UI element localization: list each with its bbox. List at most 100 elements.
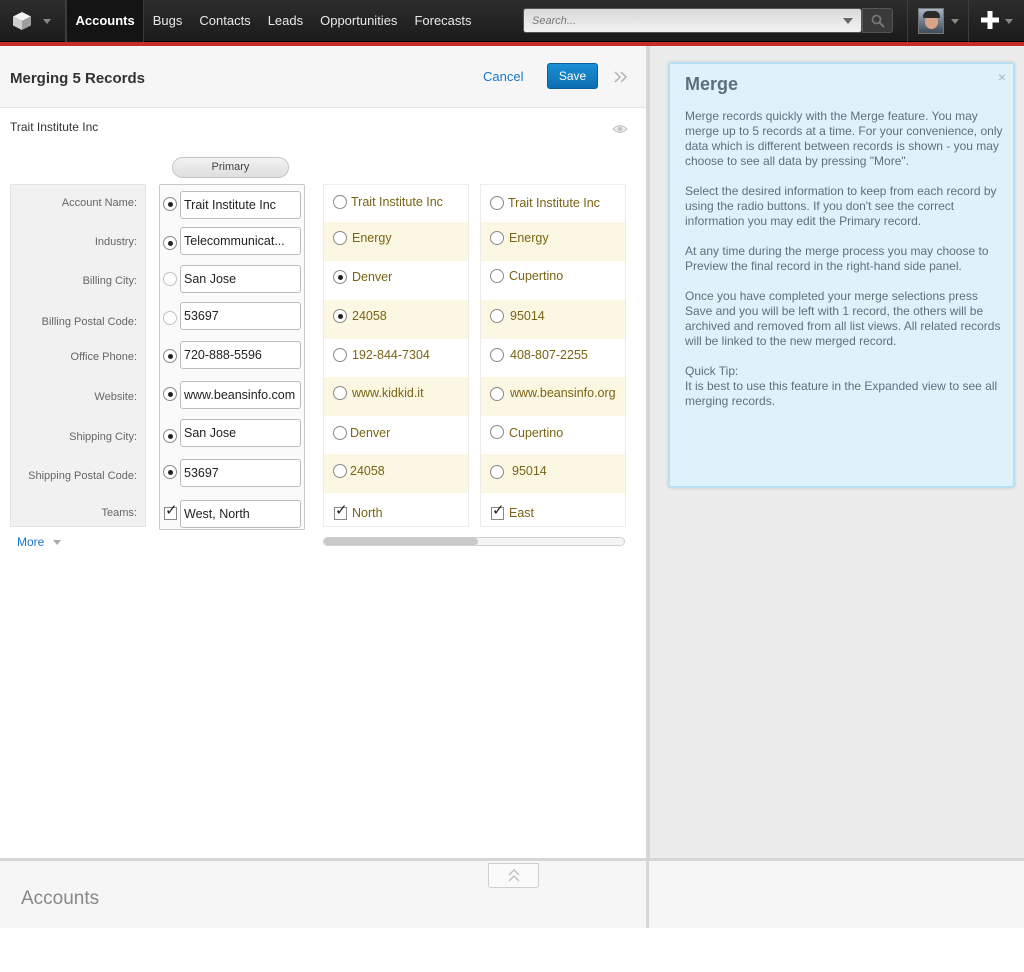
label-shipping-postal-code: Shipping Postal Code: — [28, 470, 137, 482]
merge-main-panel: Merging 5 Records Cancel Save Trait Inst… — [0, 46, 646, 860]
record-radio-shipping-postal-code[interactable] — [333, 464, 347, 478]
record-radio-billing-postal-code[interactable] — [333, 309, 347, 323]
record-value-billing-postal-code: 95014 — [510, 309, 545, 323]
chevrons-right-icon[interactable] — [614, 71, 628, 83]
shipping-postal-code-field[interactable]: 53697 — [180, 459, 301, 487]
help-paragraph: Select the desired information to keep f… — [685, 184, 997, 228]
search-module-caret-icon[interactable] — [843, 18, 853, 24]
merge-help-box: Merge × Merge records quickly with the M… — [668, 62, 1015, 488]
record-value-website: www.kidkid.it — [352, 386, 424, 400]
tab-forecasts[interactable]: Forecasts — [406, 0, 480, 42]
help-title: Merge — [685, 74, 739, 94]
scrollbar-thumb[interactable] — [324, 538, 478, 545]
records-horizontal-scrollbar[interactable] — [323, 537, 625, 546]
save-button[interactable]: Save — [547, 63, 598, 89]
tab-opportunities[interactable]: Opportunities — [312, 0, 406, 42]
primary-record-column: Trait Institute Inc Telecommunicat... Sa… — [159, 184, 305, 530]
record-value-industry: Energy — [509, 231, 549, 245]
record-value-account-name: Trait Institute Inc — [351, 195, 443, 209]
label-website: Website: — [94, 391, 137, 403]
website-field[interactable]: www.beansinfo.com — [180, 381, 301, 409]
global-search — [523, 8, 862, 33]
record-value-teams: North — [352, 506, 383, 520]
record-radio-industry[interactable] — [490, 231, 504, 245]
primary-checkbox-teams[interactable]: ✓ — [164, 503, 178, 520]
record-value-billing-postal-code: 24058 — [352, 309, 387, 323]
record-radio-shipping-postal-code[interactable] — [490, 465, 504, 479]
primary-radio-website[interactable] — [163, 387, 177, 401]
footer-module-title: Accounts — [21, 888, 100, 909]
record-radio-website[interactable] — [333, 386, 347, 400]
column-clip-mask — [626, 176, 646, 536]
merge-record-column: Trait Institute Inc Energy Cupertino 950… — [480, 184, 626, 527]
account-name-field[interactable]: Trait Institute Inc — [180, 191, 301, 219]
record-checkbox-teams[interactable]: ✓ — [491, 503, 505, 520]
primary-radio-billing-postal-code[interactable] — [163, 311, 177, 325]
record-value-account-name: Trait Institute Inc — [508, 196, 600, 210]
close-icon[interactable]: × — [998, 69, 1006, 85]
label-account-name: Account Name: — [61, 197, 137, 209]
chevron-down-icon[interactable] — [53, 540, 61, 545]
cube-logo-icon[interactable] — [12, 11, 32, 31]
tab-leads[interactable]: Leads — [259, 0, 311, 42]
module-tabs: Accounts Bugs Contacts Leads Opportuniti… — [66, 0, 480, 42]
record-radio-billing-city[interactable] — [490, 269, 504, 283]
record-value-office-phone: 192-844-7304 — [352, 348, 430, 362]
office-phone-field[interactable]: 720-888-5596 — [180, 341, 301, 369]
record-radio-website[interactable] — [490, 387, 504, 401]
teams-field[interactable]: West, North — [180, 500, 301, 528]
shipping-city-field[interactable]: San Jose — [180, 419, 301, 447]
search-input[interactable] — [524, 9, 824, 32]
record-radio-billing-city[interactable] — [333, 270, 347, 284]
record-value-shipping-postal-code: 95014 — [512, 464, 547, 478]
merge-header: Merging 5 Records Cancel Save — [0, 46, 646, 108]
logo-menu-caret-icon[interactable] — [43, 19, 51, 24]
record-value-teams: East — [509, 506, 535, 520]
tab-accounts[interactable]: Accounts — [66, 0, 145, 42]
merge-record-column: Trait Institute Inc Energy Denver 24058 … — [323, 184, 469, 527]
expand-footer-button[interactable] — [488, 863, 539, 888]
tab-bugs[interactable]: Bugs — [144, 0, 191, 42]
app: Accounts Bugs Contacts Leads Opportuniti… — [0, 0, 1024, 972]
primary-radio-account-name[interactable] — [163, 197, 177, 211]
record-radio-office-phone[interactable] — [333, 348, 347, 362]
record-radio-industry[interactable] — [333, 231, 347, 245]
plus-icon[interactable] — [980, 10, 1000, 30]
cancel-button[interactable]: Cancel — [483, 69, 523, 84]
tab-contacts[interactable]: Contacts — [191, 0, 259, 42]
checkmark-icon: ✓ — [335, 502, 348, 519]
label-billing-city: Billing City: — [82, 275, 137, 287]
record-value-shipping-city: Cupertino — [509, 426, 564, 440]
record-radio-account-name[interactable] — [333, 195, 347, 209]
record-value-billing-city: Cupertino — [509, 269, 564, 283]
record-value-billing-city: Denver — [352, 270, 393, 284]
record-radio-shipping-city[interactable] — [490, 425, 504, 439]
primary-radio-shipping-city[interactable] — [163, 429, 177, 443]
help-paragraph: Once you have completed your merge selec… — [685, 289, 1001, 348]
search-icon — [871, 14, 885, 28]
nav-divider — [907, 0, 908, 42]
billing-postal-code-field[interactable]: 53697 — [180, 302, 301, 330]
top-navbar: Accounts Bugs Contacts Leads Opportuniti… — [0, 0, 1024, 42]
primary-radio-office-phone[interactable] — [163, 349, 177, 363]
page-title: Merging 5 Records — [10, 70, 146, 87]
avatar[interactable] — [918, 8, 944, 34]
label-shipping-city: Shipping City: — [69, 431, 137, 443]
record-radio-billing-postal-code[interactable] — [490, 309, 504, 323]
primary-radio-industry[interactable] — [163, 236, 177, 250]
eye-icon[interactable] — [612, 124, 628, 134]
chevrons-up-icon — [508, 869, 520, 882]
record-name: Trait Institute Inc — [10, 120, 99, 134]
more-link[interactable]: More — [17, 535, 44, 549]
record-radio-account-name[interactable] — [490, 196, 504, 210]
record-radio-office-phone[interactable] — [490, 348, 504, 362]
user-menu-caret-icon[interactable] — [951, 19, 959, 24]
record-checkbox-teams[interactable]: ✓ — [334, 503, 348, 520]
billing-city-field[interactable]: San Jose — [180, 265, 301, 293]
primary-radio-shipping-postal-code[interactable] — [163, 465, 177, 479]
create-menu-caret-icon[interactable] — [1005, 19, 1013, 24]
primary-radio-billing-city[interactable] — [163, 272, 177, 286]
search-button[interactable] — [862, 8, 893, 33]
industry-field[interactable]: Telecommunicat... — [180, 227, 301, 255]
record-radio-shipping-city[interactable] — [333, 426, 347, 440]
